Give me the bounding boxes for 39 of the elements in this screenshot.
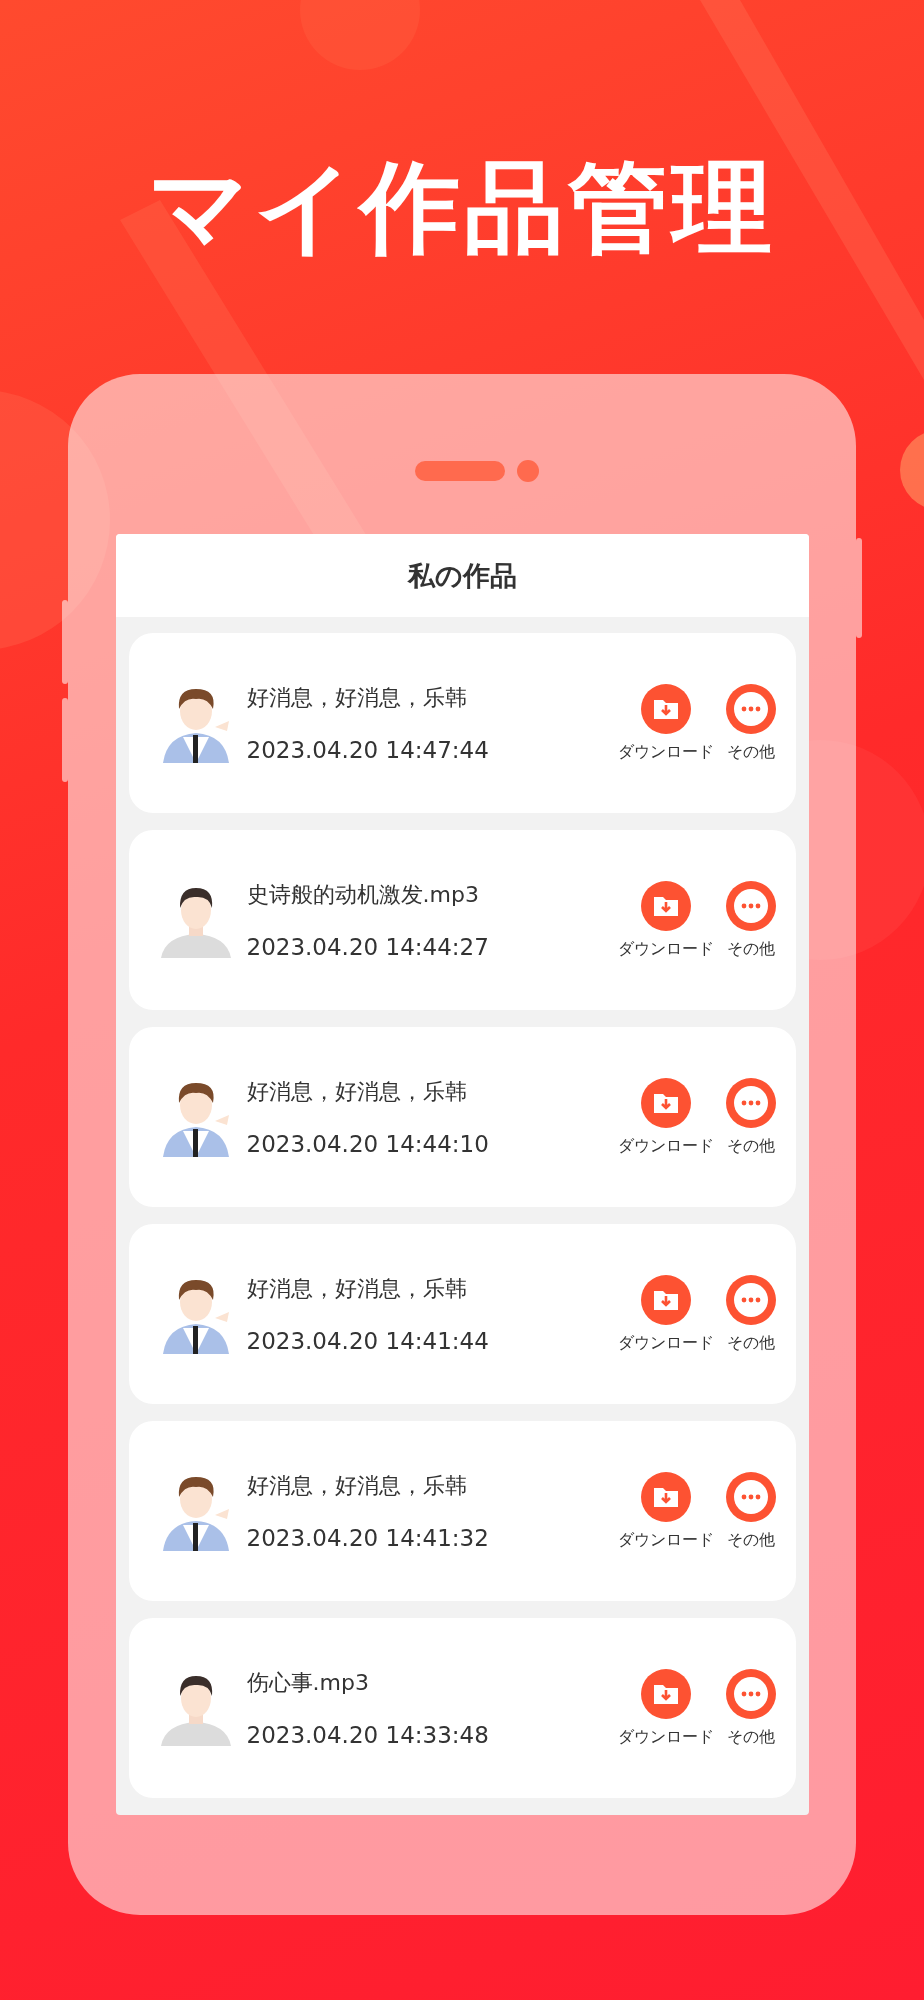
- work-date: 2023.04.20 14:44:27: [246, 934, 490, 960]
- download-button[interactable]: ダウンロード: [617, 1077, 714, 1157]
- work-date: 2023.04.20 14:33:48: [246, 1722, 490, 1748]
- download-icon: [640, 1274, 691, 1325]
- download-button[interactable]: ダウンロード: [617, 1274, 714, 1354]
- more-button[interactable]: その他: [725, 880, 776, 960]
- more-icon: [725, 1274, 776, 1325]
- work-date: 2023.04.20 14:44:10: [246, 1131, 490, 1157]
- work-date: 2023.04.20 14:41:32: [246, 1525, 490, 1551]
- work-title: 好消息，好消息，乐韩: [246, 1078, 468, 1106]
- download-icon: [640, 1471, 691, 1522]
- more-button[interactable]: その他: [725, 1668, 776, 1748]
- download-button[interactable]: ダウンロード: [617, 683, 714, 763]
- more-icon: [725, 683, 776, 734]
- work-title: 好消息，好消息，乐韩: [246, 1472, 468, 1500]
- phone-camera: [517, 460, 539, 482]
- work-date: 2023.04.20 14:41:44: [246, 1328, 490, 1354]
- more-button[interactable]: その他: [725, 1274, 776, 1354]
- work-title: 好消息，好消息，乐韩: [246, 1275, 468, 1303]
- download-icon: [640, 1668, 691, 1719]
- download-icon: [640, 683, 691, 734]
- download-button[interactable]: ダウンロード: [617, 880, 714, 960]
- more-button[interactable]: その他: [725, 683, 776, 763]
- download-button[interactable]: ダウンロード: [617, 1471, 714, 1551]
- page-headline: マイ作品管理: [148, 148, 776, 268]
- more-icon: [725, 1471, 776, 1522]
- work-title: 好消息，好消息，乐韩: [246, 684, 468, 712]
- download-icon: [640, 880, 691, 931]
- work-title: 史诗般的动机激发.mp3: [246, 881, 480, 909]
- download-button[interactable]: ダウンロード: [617, 1668, 714, 1748]
- more-button[interactable]: その他: [725, 1077, 776, 1157]
- download-icon: [640, 1077, 691, 1128]
- more-icon: [725, 1077, 776, 1128]
- work-date: 2023.04.20 14:47:44: [246, 737, 490, 763]
- more-icon: [725, 880, 776, 931]
- more-button[interactable]: その他: [725, 1471, 776, 1551]
- work-title: 伤心事.mp3: [246, 1669, 370, 1697]
- screen-title: 私の作品: [407, 558, 517, 593]
- more-icon: [725, 1668, 776, 1719]
